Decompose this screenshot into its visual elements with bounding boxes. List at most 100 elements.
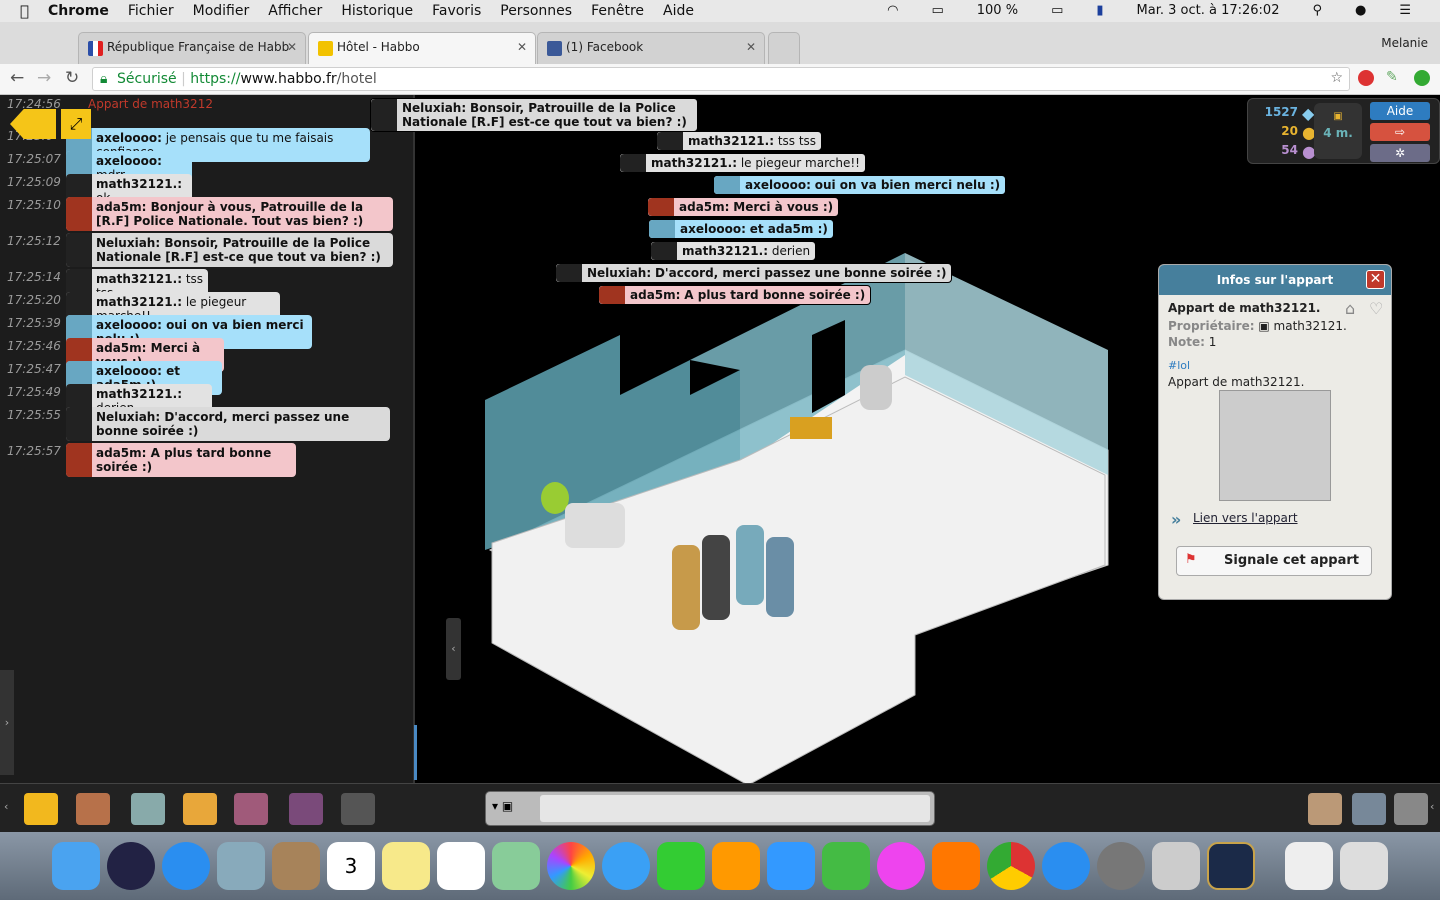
chat-username[interactable]: math32121.: — [96, 272, 182, 286]
habbo-client[interactable]: 17:24:56 Appart de math3212 17:25:0 axel… — [0, 95, 1440, 832]
user-avatar-icon[interactable] — [66, 443, 92, 477]
bubble-username[interactable]: ada5m: — [630, 288, 680, 302]
chat-username[interactable]: ada5m: — [96, 446, 146, 460]
extension-icon[interactable] — [1358, 70, 1374, 86]
new-tab-button[interactable] — [768, 32, 800, 64]
user-avatar-icon[interactable] — [651, 242, 677, 260]
hotel-view-icon[interactable] — [24, 793, 58, 825]
room-speech-bubble[interactable]: axeloooo: et ada5m :) — [648, 219, 834, 239]
my-avatar-icon[interactable] — [289, 793, 323, 825]
room-speech-bubble[interactable]: math32121.: le piegeur marche!! — [619, 153, 866, 173]
room-tag[interactable]: #lol — [1168, 359, 1190, 372]
menu-fichier[interactable]: Fichier — [128, 3, 174, 19]
trash-icon[interactable] — [1340, 842, 1388, 890]
user-avatar-icon[interactable] — [620, 154, 646, 172]
user-avatar-icon[interactable] — [66, 407, 92, 441]
extension-icon[interactable]: ✎ — [1386, 69, 1398, 85]
favorite-heart-icon[interactable]: ♡ — [1369, 299, 1383, 318]
user-avatar-icon[interactable] — [371, 99, 397, 131]
tab-habbo[interactable]: Hôtel - Habbo ✕ — [308, 32, 536, 64]
siri-icon[interactable]: ● — [1355, 3, 1366, 18]
chat-username[interactable]: math32121.: — [96, 295, 182, 309]
room-speech-bubble[interactable]: ada5m: Merci à vous :) — [647, 197, 840, 217]
collapse-chat-button[interactable]: ‹ — [446, 618, 461, 680]
room-speech-bubble[interactable]: math32121.: tss tss — [656, 131, 823, 151]
close-icon[interactable]: ✕ — [1366, 270, 1385, 289]
settings-button[interactable]: ✲ — [1370, 144, 1430, 162]
chat-username[interactable]: ada5m: — [96, 200, 146, 214]
documents-folder-icon[interactable] — [1285, 842, 1333, 890]
bubble-username[interactable]: ada5m: — [679, 200, 729, 214]
home-icon[interactable]: ⌂ — [1345, 299, 1355, 318]
room-speech-bubble[interactable]: math32121.: derien — [650, 241, 817, 261]
system-preferences-icon[interactable] — [1097, 842, 1145, 890]
chat-username[interactable]: ada5m: — [96, 341, 146, 355]
finder-icon[interactable] — [52, 842, 100, 890]
user-avatar-icon[interactable] — [66, 233, 92, 267]
chat-username[interactable]: Neluxiah: — [96, 410, 160, 424]
report-room-button[interactable]: ⚑ Signale cet appart — [1176, 546, 1372, 576]
bubble-username[interactable]: math32121.: — [682, 244, 768, 258]
tab-republique[interactable]: République Française de Habb ✕ — [78, 32, 306, 64]
room-speech-bubble[interactable]: Neluxiah: Bonsoir, Patrouille de la Poli… — [370, 98, 698, 132]
chat-bubble[interactable]: Neluxiah: D'accord, merci passez une bon… — [66, 407, 390, 441]
chat-input-box[interactable]: ▾ ▣ — [485, 791, 935, 826]
help-button[interactable]: Aide — [1370, 102, 1430, 120]
bubble-username[interactable]: axeloooo: — [680, 222, 746, 236]
bookmark-star-icon[interactable]: ☆ — [1330, 70, 1343, 86]
shop-icon[interactable] — [131, 793, 165, 825]
airplay-icon[interactable]: ▭ — [931, 3, 943, 18]
chat-bubble[interactable]: ada5m: A plus tard bonne soirée :) — [66, 443, 296, 477]
pages-icon[interactable] — [712, 842, 760, 890]
app-store-icon[interactable] — [1042, 842, 1090, 890]
close-tab-icon[interactable]: ✕ — [746, 40, 756, 54]
keynote-icon[interactable] — [767, 842, 815, 890]
menu-fenetre[interactable]: Fenêtre — [591, 3, 644, 19]
league-of-legends-icon[interactable] — [1207, 842, 1255, 890]
search-friends-icon[interactable] — [1352, 793, 1386, 825]
menu-favoris[interactable]: Favoris — [432, 3, 481, 19]
spotlight-icon[interactable]: ⚲ — [1312, 3, 1322, 18]
room-speech-bubble[interactable]: Neluxiah: D'accord, merci passez une bon… — [555, 263, 953, 283]
facetime-icon[interactable] — [657, 842, 705, 890]
menu-afficher[interactable]: Afficher — [268, 3, 322, 19]
itunes-icon[interactable] — [877, 842, 925, 890]
chat-username[interactable]: axeloooo: — [96, 154, 162, 168]
close-tab-icon[interactable]: ✕ — [287, 40, 297, 54]
photos-icon[interactable] — [547, 842, 595, 890]
friends-icon[interactable] — [1308, 793, 1342, 825]
calendar-icon[interactable]: 3 — [327, 842, 375, 890]
menu-aide[interactable]: Aide — [663, 3, 694, 19]
tab-facebook[interactable]: (1) Facebook ✕ — [537, 32, 765, 64]
chat-username[interactable]: math32121.: — [96, 177, 182, 191]
chat-scrollbar[interactable] — [414, 725, 417, 780]
bubble-username[interactable]: axeloooo: — [745, 178, 811, 192]
user-avatar-icon[interactable] — [649, 220, 675, 238]
close-tab-icon[interactable]: ✕ — [517, 40, 527, 54]
maps-icon[interactable] — [492, 842, 540, 890]
chat-username[interactable]: axeloooo: — [96, 364, 162, 378]
lamp-furni[interactable] — [541, 482, 569, 514]
battery-status[interactable]: 100 % — [977, 3, 1018, 18]
messages-icon[interactable] — [602, 842, 650, 890]
bubble-username[interactable]: math32121.: — [688, 134, 774, 148]
logout-button[interactable]: ⇨ — [1370, 123, 1430, 141]
chat-style-selector-icon[interactable]: ▾ ▣ — [492, 799, 513, 813]
forward-icon[interactable]: → — [37, 68, 51, 88]
expand-toolbar-icon[interactable]: ‹ — [1430, 800, 1434, 813]
room-owner[interactable]: math32121. — [1274, 319, 1347, 333]
builders-club-icon[interactable] — [183, 793, 217, 825]
user-avatar-icon[interactable] — [648, 198, 674, 216]
url-field[interactable]: 🔒︎ Sécurisé | https://www.habbo.fr/hotel… — [92, 67, 1350, 91]
chat-username[interactable]: Neluxiah: — [96, 236, 160, 250]
clock[interactable]: Mar. 3 oct. à 17:26:02 — [1137, 3, 1280, 18]
user-avatar-icon[interactable] — [714, 176, 740, 194]
screenshot-icon[interactable] — [1152, 842, 1200, 890]
messenger-icon[interactable] — [1394, 793, 1428, 825]
room-speech-bubble[interactable]: axeloooo: oui on va bien merci nelu :) — [713, 175, 1007, 195]
reload-icon[interactable]: ↻ — [65, 68, 79, 88]
expand-left-button[interactable]: › — [0, 670, 14, 775]
numbers-icon[interactable] — [822, 842, 870, 890]
chat-bubble[interactable]: ada5m: Bonjour à vous, Patrouille de la … — [66, 197, 393, 231]
mail-icon[interactable] — [217, 842, 265, 890]
